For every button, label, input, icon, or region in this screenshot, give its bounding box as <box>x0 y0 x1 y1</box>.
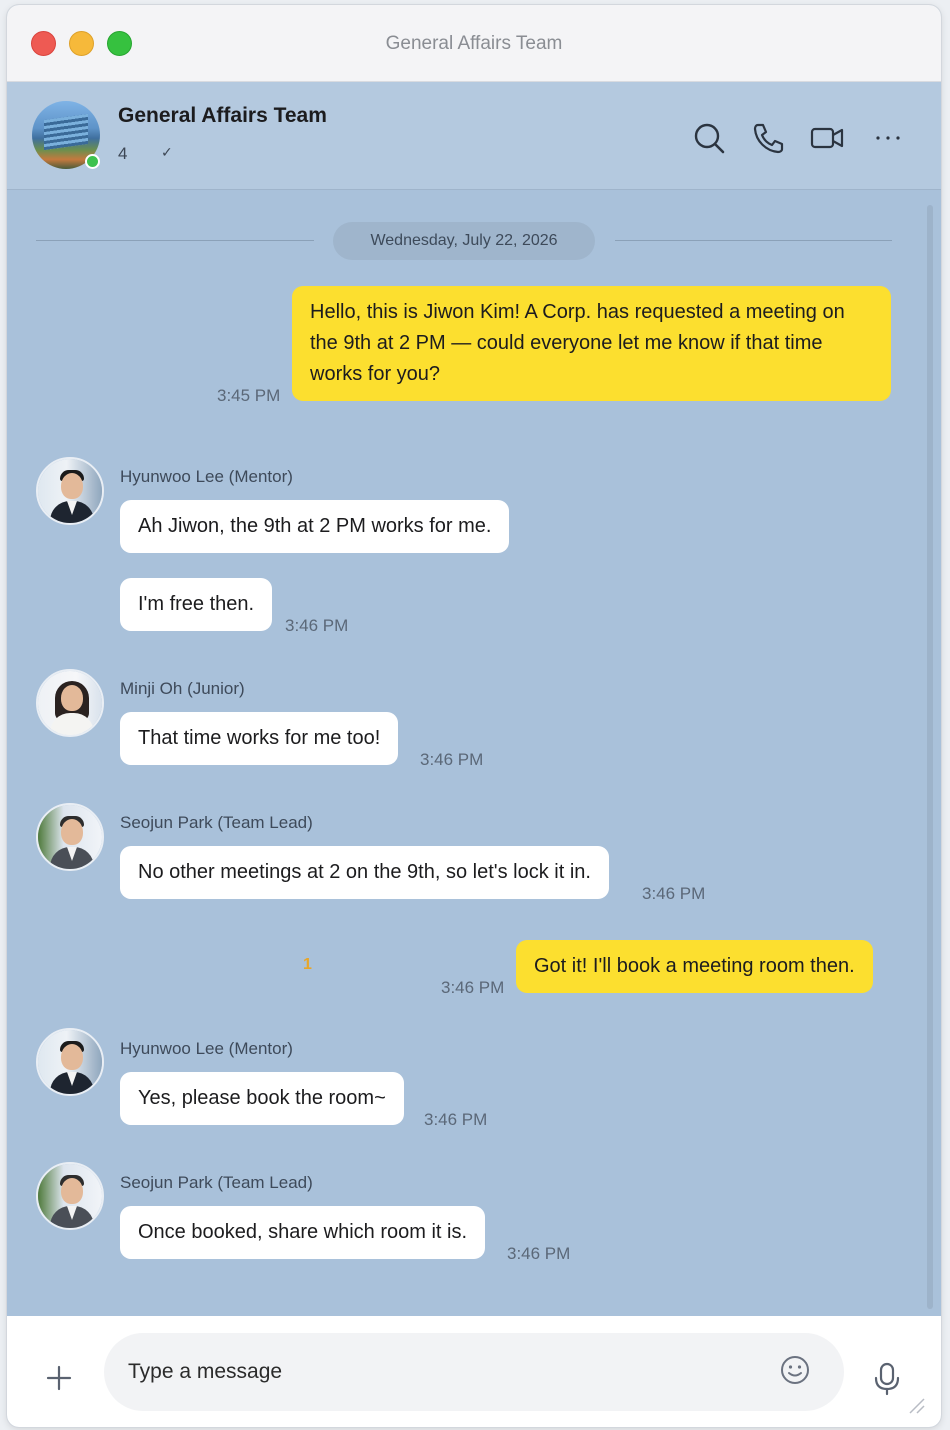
resize-grip-icon[interactable] <box>908 1397 926 1415</box>
sender-name: Seojun Park (Team Lead) <box>120 1173 313 1192</box>
date-divider: Wednesday, July 22, 2026 <box>333 222 595 260</box>
avatar-hyunwoo-lee[interactable] <box>36 457 104 525</box>
message-bubble[interactable]: Ah Jiwon, the 9th at 2 PM works for me. <box>120 500 510 553</box>
chevron-down-icon[interactable]: ✓ <box>161 144 173 161</box>
my-message-bubble[interactable]: Got it! I'll book a meeting room then. <box>516 940 873 993</box>
sender-name: Seojun Park (Team Lead) <box>120 813 313 832</box>
message-time: 3:46 PM <box>420 750 484 769</box>
unread-count: 1 <box>303 956 312 973</box>
sender-name: Hyunwoo Lee (Mentor) <box>120 1039 293 1058</box>
avatar-seojun-park[interactable] <box>36 803 104 871</box>
message-bubble[interactable]: I'm free then. <box>120 578 273 631</box>
message-time: 3:46 PM <box>285 616 349 635</box>
plus-icon[interactable] <box>45 1364 73 1392</box>
chat-name[interactable]: General Affairs Team <box>118 104 327 128</box>
divider-line <box>615 240 892 241</box>
message-time: 3:46 PM <box>424 1110 488 1129</box>
online-status-dot <box>85 154 100 169</box>
sender-name: Minji Oh (Junior) <box>120 679 245 698</box>
more-icon[interactable] <box>873 122 907 154</box>
microphone-icon[interactable] <box>873 1362 901 1396</box>
divider-line <box>36 240 314 241</box>
video-icon[interactable] <box>810 122 844 154</box>
avatar-minji-oh[interactable] <box>36 669 104 737</box>
message-time: 3:46 PM <box>642 884 706 903</box>
message-bubble[interactable]: That time works for me too! <box>120 712 399 765</box>
window-title: General Affairs Team <box>385 33 563 54</box>
message-time: 3:46 PM <box>507 1244 571 1263</box>
avatar-hyunwoo-lee[interactable] <box>36 1028 104 1096</box>
emoji-icon[interactable] <box>780 1355 810 1385</box>
message-bubble[interactable]: No other meetings at 2 on the 9th, so le… <box>120 846 609 899</box>
phone-icon[interactable] <box>751 122 785 154</box>
message-composer: Type a message <box>7 1316 941 1427</box>
chat-window: General Affairs Team General Affairs Tea… <box>7 5 941 1427</box>
search-icon[interactable] <box>692 122 726 154</box>
my-message-bubble[interactable]: Hello, this is Jiwon Kim! A Corp. has re… <box>292 286 891 401</box>
message-input[interactable]: Type a message <box>104 1333 844 1411</box>
scrollbar[interactable] <box>927 205 933 1309</box>
avatar-seojun-park[interactable] <box>36 1162 104 1230</box>
message-input-placeholder: Type a message <box>128 1360 283 1383</box>
message-bubble[interactable]: Yes, please book the room~ <box>120 1072 404 1125</box>
message-time: 3:46 PM <box>441 978 505 997</box>
chat-header: General Affairs Team 4 ✓ <box>7 82 941 190</box>
sender-name: Hyunwoo Lee (Mentor) <box>120 467 293 486</box>
title-bar: General Affairs Team <box>7 5 941 82</box>
member-count[interactable]: 4 <box>118 144 127 164</box>
message-bubble[interactable]: Once booked, share which room it is. <box>120 1206 486 1259</box>
message-time: 3:45 PM <box>217 386 281 405</box>
